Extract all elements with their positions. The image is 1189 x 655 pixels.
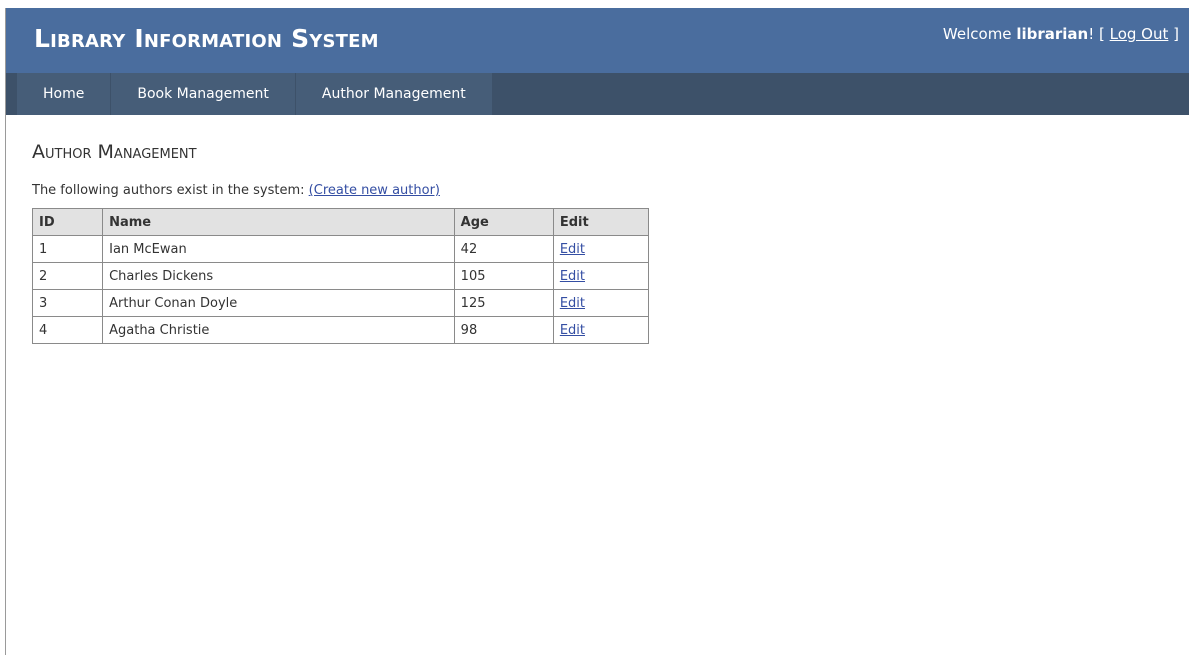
authors-table: ID Name Age Edit 1 Ian McEwan 42 Edit 2 … [31, 208, 650, 344]
bracket-close: ] [1168, 25, 1179, 43]
menu-item-home: Home [17, 73, 112, 115]
cell-age: 98 [453, 316, 554, 344]
cell-edit: Edit [552, 262, 650, 290]
logout-link[interactable]: Log Out [1110, 25, 1169, 43]
table-header-row: ID Name Age Edit [31, 208, 650, 236]
menu-item-book-management: Book Management [111, 73, 296, 115]
cell-age: 105 [453, 262, 554, 290]
welcome-text: Welcome [942, 25, 1017, 43]
main-menu: Home Book Management Author Management [17, 73, 493, 115]
edit-link[interactable]: Edit [560, 242, 585, 257]
edit-link[interactable]: Edit [560, 296, 585, 311]
cell-name: Ian McEwan [102, 235, 455, 263]
login-display: Welcome librarian! [ Log Out ] [943, 25, 1179, 43]
cell-age: 42 [453, 235, 554, 263]
create-author-link[interactable]: (Create new author) [309, 183, 440, 198]
nav-bar: Home Book Management Author Management [6, 73, 1189, 115]
main-content: Author Management The following authors … [31, 141, 650, 344]
column-header-edit: Edit [552, 208, 650, 236]
table-row: 2 Charles Dickens 105 Edit [31, 262, 650, 290]
cell-age: 125 [453, 289, 554, 317]
menu-link-book-management[interactable]: Book Management [111, 73, 295, 115]
bracket-open: ! [ [1088, 25, 1110, 43]
table-row: 1 Ian McEwan 42 Edit [31, 235, 650, 263]
edit-link[interactable]: Edit [560, 269, 585, 284]
column-header-name: Name [102, 208, 455, 236]
cell-edit: Edit [552, 289, 650, 317]
site-title: Library Information System [34, 24, 379, 53]
table-row: 3 Arthur Conan Doyle 125 Edit [31, 289, 650, 317]
menu-item-author-management: Author Management [295, 73, 493, 115]
cell-edit: Edit [552, 316, 650, 344]
site-header: Library Information System Welcome libra… [6, 8, 1189, 73]
page-title: Author Management [32, 141, 197, 163]
cell-id: 1 [31, 235, 104, 263]
edit-link[interactable]: Edit [560, 323, 585, 338]
column-header-id: ID [31, 208, 104, 236]
cell-id: 2 [31, 262, 104, 290]
cell-name: Charles Dickens [102, 262, 455, 290]
cell-edit: Edit [552, 235, 650, 263]
table-row: 4 Agatha Christie 98 Edit [31, 316, 650, 344]
app-window: Library Information System Welcome libra… [5, 8, 1189, 655]
cell-name: Agatha Christie [102, 316, 455, 344]
menu-link-author-management[interactable]: Author Management [296, 73, 492, 115]
column-header-age: Age [453, 208, 554, 236]
cell-id: 4 [31, 316, 104, 344]
cell-name: Arthur Conan Doyle [102, 289, 455, 317]
intro-text: The following authors exist in the syste… [32, 183, 649, 198]
intro-label: The following authors exist in the syste… [32, 183, 309, 198]
menu-link-home[interactable]: Home [17, 73, 110, 115]
cell-id: 3 [31, 289, 104, 317]
username: librarian [1016, 25, 1089, 43]
